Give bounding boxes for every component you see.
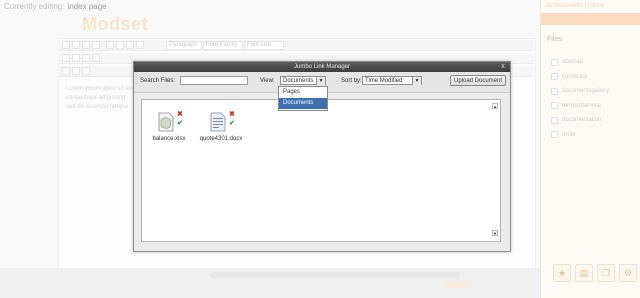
vertical-scrollbar[interactable]: ▲ ▼ bbox=[492, 103, 498, 236]
file-browser: ✖ ✔ balance.xlsx ✖ ✔ quote4301.docx ▲ ▼ bbox=[141, 99, 501, 242]
upload-document-button[interactable]: Upload Document bbox=[450, 75, 506, 86]
chevron-down-icon[interactable]: ▼ bbox=[412, 77, 421, 85]
sort-select-value: Time Modified bbox=[365, 78, 403, 84]
view-select[interactable]: Documents ▼ bbox=[280, 76, 326, 85]
view-label: View: bbox=[260, 78, 275, 84]
select-check-icon[interactable]: ✔ bbox=[177, 119, 183, 127]
search-input[interactable] bbox=[180, 76, 248, 85]
close-icon[interactable]: x bbox=[499, 63, 507, 71]
file-name: quote4301.docx bbox=[199, 136, 243, 142]
scroll-up-icon[interactable]: ▲ bbox=[492, 103, 498, 109]
file-item[interactable]: ✖ ✔ balance.xlsx bbox=[146, 110, 192, 150]
view-select-value: Documents bbox=[283, 78, 314, 84]
sort-select[interactable]: Time Modified ▼ bbox=[362, 76, 422, 85]
view-option-documents[interactable]: Documents bbox=[279, 98, 327, 109]
scroll-down-icon[interactable]: ▼ bbox=[492, 230, 498, 236]
link-manager-dialog: Jumbo Link Manager x Search Files: View:… bbox=[133, 61, 511, 252]
search-label: Search Files: bbox=[140, 78, 176, 84]
dialog-title: Jumbo Link Manager bbox=[134, 62, 510, 72]
sort-label: Sort by: bbox=[341, 78, 362, 84]
file-item[interactable]: ✖ ✔ quote4301.docx bbox=[198, 110, 244, 150]
file-name: balance.xlsx bbox=[152, 136, 186, 142]
spreadsheet-file-icon[interactable] bbox=[158, 112, 174, 132]
view-dropdown-menu: Pages Documents bbox=[278, 86, 328, 111]
select-check-icon[interactable]: ✔ bbox=[229, 119, 235, 127]
word-document-file-icon[interactable] bbox=[210, 112, 226, 132]
chevron-down-icon[interactable]: ▼ bbox=[316, 77, 325, 85]
delete-icon[interactable]: ✖ bbox=[177, 110, 183, 118]
delete-icon[interactable]: ✖ bbox=[229, 110, 235, 118]
view-option-pages[interactable]: Pages bbox=[279, 87, 327, 98]
